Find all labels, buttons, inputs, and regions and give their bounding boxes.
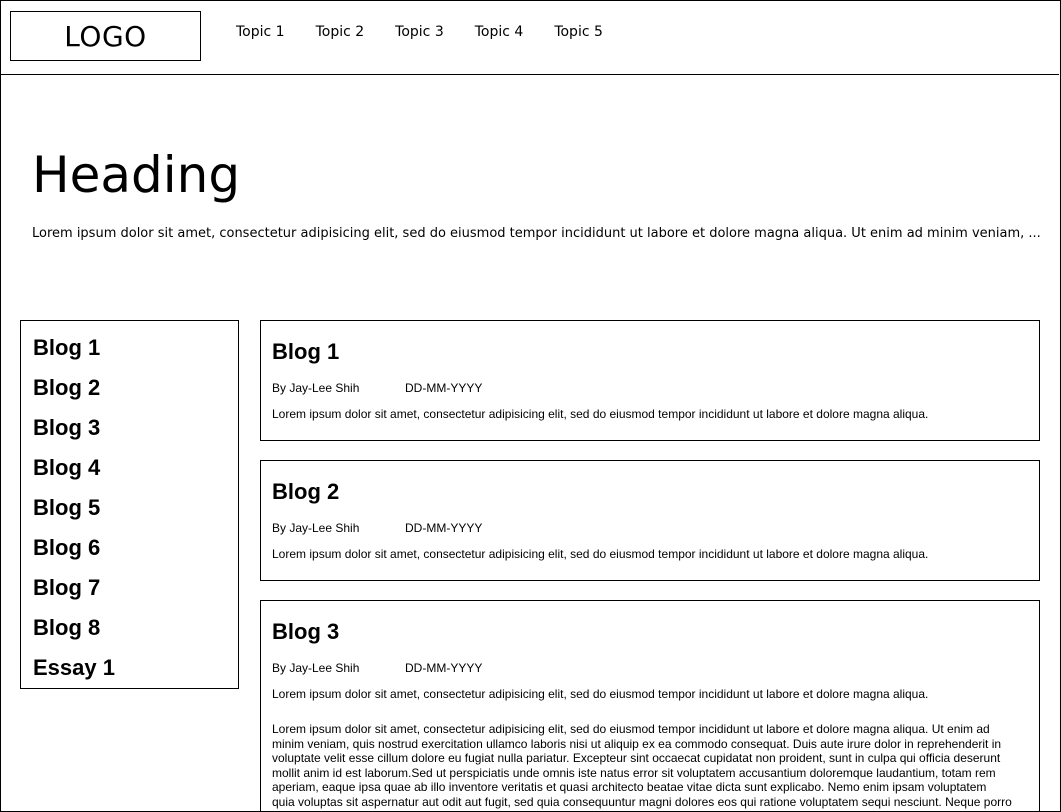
blog-meta: By Jay-Lee Shih DD-MM-YYYY [272,521,1028,535]
logo[interactable]: LOGO [10,11,201,61]
blog-excerpt: Lorem ipsum dolor sit amet, consectetur … [272,547,929,561]
blog-card[interactable]: Blog 1 By Jay-Lee Shih DD-MM-YYYY Lorem … [260,320,1040,441]
blog-date: DD-MM-YYYY [405,661,483,675]
blog-date: DD-MM-YYYY [405,521,483,535]
sidebar-item-blog-5[interactable]: Blog 5 [33,493,238,533]
blog-title[interactable]: Blog 2 [272,479,1028,505]
sidebar-item-blog-1[interactable]: Blog 1 [33,333,238,373]
sidebar-item-blog-8[interactable]: Blog 8 [33,613,238,653]
nav-topic-4[interactable]: Topic 4 [475,24,524,40]
topic-nav: Topic 1 Topic 2 Topic 3 Topic 4 Topic 5 [236,24,634,40]
sidebar-item-blog-2[interactable]: Blog 2 [33,373,238,413]
sidebar-item-blog-6[interactable]: Blog 6 [33,533,238,573]
nav-topic-2[interactable]: Topic 2 [316,24,365,40]
nav-topic-5[interactable]: Topic 5 [554,24,603,40]
blog-title[interactable]: Blog 1 [272,339,1028,365]
blog-excerpt: Lorem ipsum dolor sit amet, consectetur … [272,687,929,701]
blog-author: By Jay-Lee Shih [272,661,360,675]
blog-body: Lorem ipsum dolor sit amet, consectetur … [272,722,1012,809]
blog-excerpt: Lorem ipsum dolor sit amet, consectetur … [272,407,929,421]
blog-sidebar: Blog 1 Blog 2 Blog 3 Blog 4 Blog 5 Blog … [20,320,239,689]
sidebar-item-blog-4[interactable]: Blog 4 [33,453,238,493]
page-heading: Heading [32,146,241,204]
blog-author: By Jay-Lee Shih [272,521,360,535]
sidebar-item-blog-3[interactable]: Blog 3 [33,413,238,453]
blog-meta: By Jay-Lee Shih DD-MM-YYYY [272,381,1028,395]
top-nav-bar: LOGO Topic 1 Topic 2 Topic 3 Topic 4 Top… [0,0,1059,75]
blog-card[interactable]: Blog 2 By Jay-Lee Shih DD-MM-YYYY Lorem … [260,460,1040,581]
nav-topic-1[interactable]: Topic 1 [236,24,285,40]
intro-text: Lorem ipsum dolor sit amet, consectetur … [32,226,1041,241]
blog-date: DD-MM-YYYY [405,381,483,395]
sidebar-item-essay-1[interactable]: Essay 1 [33,653,238,693]
sidebar-item-blog-7[interactable]: Blog 7 [33,573,238,613]
blog-title[interactable]: Blog 3 [272,619,1028,645]
blog-meta: By Jay-Lee Shih DD-MM-YYYY [272,661,1028,675]
blog-card[interactable]: Blog 3 By Jay-Lee Shih DD-MM-YYYY Lorem … [260,600,1040,812]
nav-topic-3[interactable]: Topic 3 [395,24,444,40]
blog-author: By Jay-Lee Shih [272,381,360,395]
